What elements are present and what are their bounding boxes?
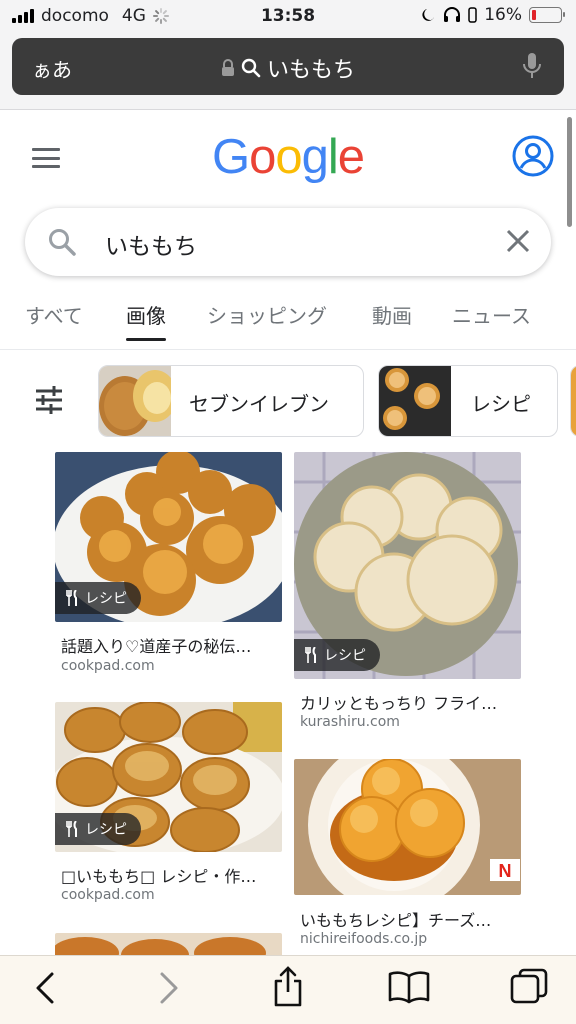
chip-next[interactable] (570, 365, 576, 437)
forward-icon[interactable] (158, 970, 180, 1006)
lock-icon (221, 59, 234, 76)
cutlery-icon (66, 590, 77, 606)
logo-letter: e (337, 130, 365, 184)
logo-letter: l (327, 130, 339, 184)
chip-seven-eleven[interactable]: セブンイレブン (98, 365, 364, 437)
microphone-icon[interactable] (522, 52, 542, 80)
tab-images[interactable]: 画像 (126, 300, 166, 341)
filter-settings-icon[interactable] (34, 386, 64, 414)
chip-label: セブンイレブン (189, 392, 329, 416)
result-domain: cookpad.com (61, 887, 155, 903)
back-icon[interactable] (34, 970, 56, 1006)
cutlery-icon (305, 647, 316, 663)
chip-thumbnail (99, 366, 171, 436)
account-icon[interactable] (512, 135, 554, 177)
battery-icon (529, 7, 565, 23)
moon-icon (422, 9, 435, 21)
clear-icon[interactable] (505, 228, 531, 254)
chip-label: レシピ (471, 392, 531, 416)
result-title[interactable]: 話題入り♡道産子の秘伝… (61, 633, 285, 657)
battery-percent: 16% (484, 5, 522, 25)
result-title[interactable]: いももちレシピ】チーズ… (300, 907, 524, 931)
search-input[interactable]: いももち (105, 227, 197, 261)
result-image[interactable] (55, 933, 282, 955)
tab-news[interactable]: ニュース (452, 300, 531, 329)
search-tabs: すべて 画像 ショッピング 動画 ニュース (0, 286, 576, 350)
result-image[interactable]: レシピ (55, 702, 282, 852)
cutlery-icon (66, 821, 77, 837)
logo-letter: G (211, 130, 250, 184)
logo-letter: g (301, 130, 329, 184)
orientation-lock-icon (468, 7, 477, 23)
chip-thumbnail (379, 366, 451, 436)
result-card[interactable]: レシピ 話題入り♡道産子の秘伝… cookpad.com (55, 452, 282, 682)
bookmarks-icon[interactable] (388, 970, 430, 1004)
result-domain: nichireifoods.co.jp (300, 931, 428, 947)
tab-videos[interactable]: 動画 (372, 300, 412, 329)
result-domain: kurashiru.com (300, 714, 400, 730)
result-title[interactable]: カリッともっちり フライ… (300, 690, 524, 714)
search-box[interactable]: いももち (25, 208, 551, 276)
badge-label: レシピ (85, 822, 127, 838)
recipe-badge: レシピ (55, 813, 141, 845)
headphones-icon (444, 7, 461, 22)
mochi-photo (55, 933, 282, 955)
google-logo[interactable]: Google (0, 129, 576, 185)
logo-letter: o (249, 130, 276, 184)
browser-top-chrome: docomo 4G 13:58 16% ぁあ いももち (0, 0, 576, 110)
result-image[interactable]: レシピ (294, 452, 521, 679)
search-icon (241, 58, 261, 78)
browser-toolbar (0, 955, 576, 1024)
mochi-photo: N (294, 759, 521, 895)
share-icon[interactable] (272, 966, 304, 1008)
status-bar: docomo 4G 13:58 16% (0, 0, 576, 34)
result-image[interactable]: N (294, 759, 521, 895)
result-domain: cookpad.com (61, 658, 155, 674)
logo-letter: o (275, 130, 302, 184)
svg-text:N: N (499, 861, 512, 881)
result-card[interactable] (55, 933, 282, 955)
google-page: Google いももち すべて 画像 ショッピング 動画 ニュース セブンイレブ… (0, 111, 576, 955)
result-card[interactable]: N いももちレシピ】チーズ… nichireifoods.co.jp (294, 759, 521, 955)
tab-shopping[interactable]: ショッピング (207, 300, 327, 329)
search-icon[interactable] (47, 227, 77, 257)
badge-label: レシピ (324, 648, 366, 664)
result-card[interactable]: レシピ □いももち□ レシピ・作… cookpad.com (55, 702, 282, 912)
chip-recipe[interactable]: レシピ (378, 365, 558, 437)
address-query: いももち (266, 58, 355, 83)
recipe-badge: レシピ (55, 582, 141, 614)
address-bar[interactable]: ぁあ いももち (12, 38, 564, 95)
badge-label: レシピ (85, 591, 127, 607)
result-title[interactable]: □いももち□ レシピ・作… (61, 863, 285, 887)
result-image[interactable]: レシピ (55, 452, 282, 622)
result-card[interactable]: レシピ カリッともっちり フライ… kurashiru.com (294, 452, 521, 738)
tab-all[interactable]: すべて (25, 300, 83, 329)
recipe-badge: レシピ (294, 639, 380, 671)
tabs-icon[interactable] (510, 968, 548, 1006)
